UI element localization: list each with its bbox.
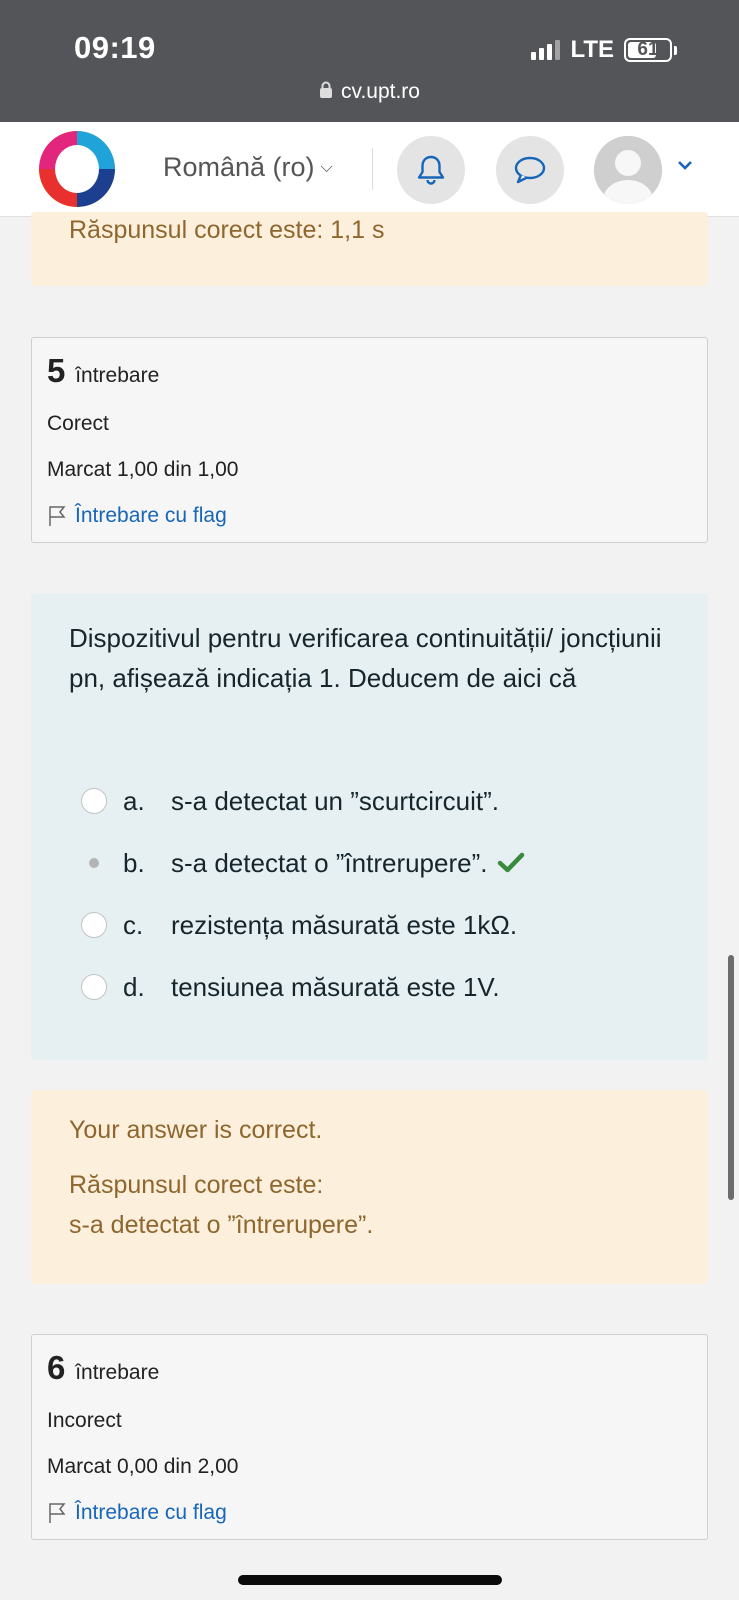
notifications-button[interactable] [397,136,465,204]
question-feedback-5: Your answer is correct. Răspunsul corect… [31,1090,708,1284]
question-state: Corect [47,412,109,435]
question-number-label: întrebare [75,364,160,387]
address-bar[interactable]: cv.upt.ro [0,80,739,105]
answer-text: tensiunea măsurată este 1V. [171,971,500,1002]
home-indicator[interactable] [238,1575,502,1585]
feedback-status: Your answer is correct. [69,1116,323,1144]
bell-icon [417,155,445,185]
correct-answer-label: Răspunsul corect este: [69,1171,324,1199]
answer-text: s-a detectat un ”scurtcircuit”. [171,785,499,816]
flag-question-link[interactable]: Întrebare cu flag [47,1501,692,1525]
site-logo[interactable] [36,128,118,215]
flag-question-label: Întrebare cu flag [75,504,227,527]
navbar-divider [372,148,373,190]
checkmark-icon [497,852,525,874]
question-grade: Marcat 0,00 din 2,00 [47,1455,239,1478]
language-label: Română (ro) [163,152,315,182]
answer-option-d[interactable]: d. tensiunea măsurată este 1V. [81,956,681,1018]
flag-question-label: Întrebare cu flag [75,1501,227,1524]
signal-icon [531,40,561,60]
radio-button-selected[interactable] [81,850,107,876]
battery-icon: 61 [624,38,672,62]
browser-top-bar: 09:19 LTE 61 cv.upt.ro [0,0,739,122]
correct-answer-value: s-a detectat o ”întrerupere”. [69,1211,374,1239]
answer-option-c[interactable]: c. rezistența măsurată este 1kΩ. [81,894,681,956]
page-scrollbar[interactable] [728,955,734,1200]
question-info-5: 5 întrebare Corect Marcat 1,00 din 1,00 … [31,337,708,543]
status-icons: LTE 61 [531,36,677,64]
messages-button[interactable] [496,136,564,204]
previous-correct-answer: Răspunsul corect este: 1,1 s [69,216,385,244]
question-number-value: 5 [47,352,66,389]
language-selector[interactable]: Română (ro) ⌵ [163,152,333,183]
previous-question-feedback: Răspunsul corect este: 1,1 s [31,212,708,286]
question-grade: Marcat 1,00 din 1,00 [47,458,239,481]
answer-letter: b. [123,847,145,878]
question-content-5: Dispozitivul pentru verificarea continui… [31,594,708,1060]
radio-button[interactable] [81,974,107,1000]
answer-text: rezistența măsurată este 1kΩ. [171,909,518,940]
lock-icon [319,81,333,105]
question-number-value: 6 [47,1349,66,1386]
status-time: 09:19 [74,30,156,65]
answer-letter: a. [123,785,145,816]
question-number-label: întrebare [75,1361,160,1384]
answer-option-a[interactable]: a. s-a detectat un ”scurtcircuit”. [81,770,681,832]
flag-question-link[interactable]: Întrebare cu flag [47,504,692,528]
answer-text: s-a detectat o ”întrerupere”. [171,847,488,878]
question-info-6: 6 întrebare Incorect Marcat 0,00 din 2,0… [31,1334,708,1540]
flag-icon [49,506,66,526]
answer-list: a. s-a detectat un ”scurtcircuit”. b. s-… [81,770,681,1018]
radio-button[interactable] [81,788,107,814]
user-menu-chevron-icon[interactable] [677,158,693,176]
speech-bubble-icon [514,156,546,184]
question-state: Incorect [47,1409,122,1432]
answer-option-b[interactable]: b. s-a detectat o ”întrerupere”. [81,832,681,894]
chevron-down-icon: ⌵ [320,159,333,176]
answer-letter: d. [123,971,145,1002]
answer-letter: c. [123,909,144,940]
battery-tip [674,45,677,55]
battery-level: 61 [637,39,659,60]
question-number: 6 întrebare [47,1349,692,1387]
site-navbar: Română (ro) ⌵ [0,122,739,217]
flag-icon [49,1503,66,1523]
question-text: Dispozitivul pentru verificarea continui… [69,623,662,693]
user-icon [594,136,662,204]
user-avatar[interactable] [594,136,662,204]
url-text: cv.upt.ro [341,80,420,103]
radio-button[interactable] [81,912,107,938]
network-type: LTE [570,36,614,63]
question-number: 5 întrebare [47,352,692,390]
